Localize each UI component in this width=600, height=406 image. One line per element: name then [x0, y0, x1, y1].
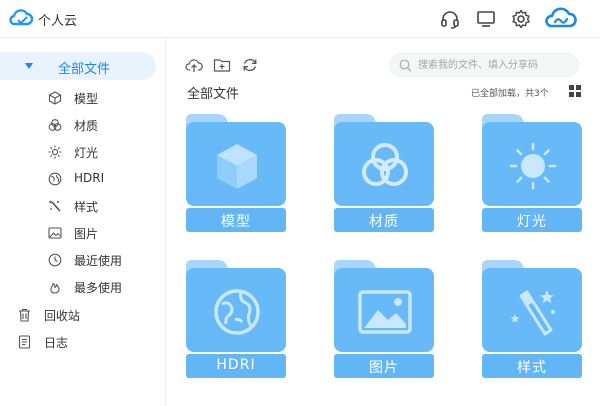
sidebar-item-recycle-bin[interactable]: 回收站 [0, 302, 160, 328]
new-folder-icon[interactable] [213, 57, 231, 73]
grid-view-icon[interactable] [569, 85, 581, 97]
app-header: 个人云 [0, 0, 600, 38]
cube-icon [48, 91, 62, 105]
sidebar-item-styles[interactable]: 样式 [0, 193, 160, 219]
folder-name: 材质 [369, 214, 399, 230]
sidebar-item-label: 模型 [74, 92, 99, 106]
folder-name: 样式 [517, 360, 547, 376]
cloud-logo-icon [9, 9, 34, 26]
trash-icon [19, 308, 30, 322]
folder-name-bar[interactable]: 图片 [334, 354, 434, 378]
sidebar-item-label: 图片 [74, 227, 99, 241]
headset-icon[interactable] [440, 9, 460, 29]
load-status: 已全部加载，共3个 [471, 89, 549, 99]
material-icon [362, 143, 408, 186]
sidebar-item-label: 最多使用 [74, 281, 123, 295]
sidebar-item-most-used[interactable]: 最多使用 [0, 274, 160, 300]
folder-name-bar[interactable]: 灯光 [482, 208, 582, 232]
image-icon [358, 290, 412, 334]
app-title: 个人云 [38, 14, 78, 29]
folder-models[interactable]: 模型 [186, 114, 286, 242]
sidebar-item-label: 灯光 [74, 146, 99, 160]
search-input[interactable] [418, 57, 574, 73]
sidebar-item-recent[interactable]: 最近使用 [0, 247, 160, 273]
sidebar-item-all-files[interactable]: 全部文件 [0, 52, 156, 80]
monitor-icon[interactable] [476, 9, 496, 29]
hdri-icon [48, 172, 62, 186]
sidebar: 全部文件 模型 材质 灯光 HDRI 样式 图片 最近使用 最多使用 回收站 日… [0, 38, 166, 406]
image-icon [48, 227, 62, 239]
sidebar-item-label: 材质 [74, 119, 99, 133]
material-icon [48, 119, 62, 131]
folder-name-bar[interactable]: 样式 [482, 354, 582, 378]
folder-hdri[interactable]: HDRI [186, 260, 286, 388]
sidebar-item-label: 样式 [74, 200, 99, 214]
section-title: 全部文件 [187, 87, 240, 102]
cube-icon [217, 144, 257, 189]
clock-icon [48, 253, 62, 267]
sidebar-item-images[interactable]: 图片 [0, 220, 160, 246]
folder-lights[interactable]: 灯光 [482, 114, 582, 242]
caret-down-icon[interactable] [25, 63, 33, 69]
folder-materials[interactable]: 材质 [334, 114, 434, 242]
refresh-icon[interactable] [241, 57, 259, 73]
sidebar-item-label: 回收站 [44, 309, 81, 323]
style-icon [48, 200, 61, 212]
folder-styles[interactable]: 样式 [482, 260, 582, 388]
folder-images[interactable]: 图片 [334, 260, 434, 388]
fire-icon [50, 282, 60, 294]
folder-body [334, 122, 434, 206]
cloud-brand-icon[interactable] [545, 7, 577, 31]
folder-body [334, 268, 434, 352]
globe-icon [214, 289, 260, 335]
gear-icon[interactable] [511, 9, 531, 29]
sidebar-item-label: HDRI [74, 171, 105, 185]
folder-body [186, 268, 286, 352]
folder-body [186, 122, 286, 206]
upload-cloud-icon[interactable] [185, 57, 203, 73]
sidebar-item-label: 日志 [44, 336, 69, 350]
folder-name: 灯光 [517, 214, 547, 230]
sidebar-item-label: 最近使用 [74, 254, 123, 268]
folder-name-bar[interactable]: 材质 [334, 208, 434, 232]
light-icon [48, 145, 62, 159]
folder-body [482, 268, 582, 352]
main-panel: 全部文件 已全部加载，共3个 模型 材质 [167, 38, 600, 406]
search-box[interactable] [389, 53, 579, 77]
folder-name-bar[interactable]: HDRI [186, 354, 286, 378]
sidebar-item-models[interactable]: 模型 [0, 85, 160, 111]
sidebar-item-hdri[interactable]: HDRI [0, 166, 160, 192]
sidebar-item-label: 全部文件 [58, 62, 111, 77]
sidebar-item-log[interactable]: 日志 [0, 329, 160, 355]
search-icon [399, 59, 412, 72]
folder-name: 模型 [221, 214, 251, 230]
folder-name: HDRI [216, 357, 256, 373]
sidebar-item-materials[interactable]: 材质 [0, 112, 160, 138]
sidebar-item-lights[interactable]: 灯光 [0, 139, 160, 165]
magic-wand-icon [510, 290, 555, 336]
folder-body [482, 122, 582, 206]
sun-icon [509, 142, 557, 190]
log-icon [18, 335, 31, 349]
folder-name: 图片 [369, 360, 399, 376]
folder-name-bar[interactable]: 模型 [186, 208, 286, 232]
